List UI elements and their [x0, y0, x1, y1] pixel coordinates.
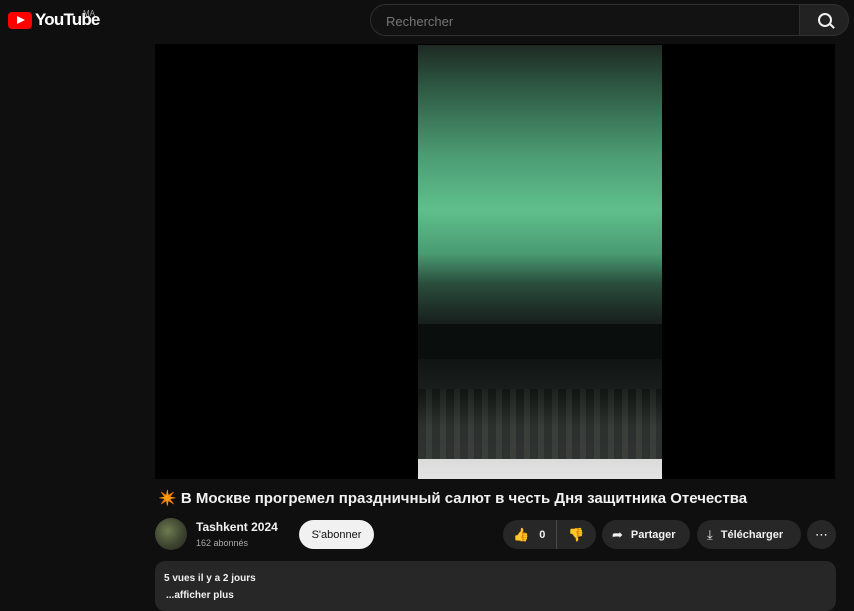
share-arrow-icon: ➦ [612, 527, 623, 542]
city-skyline [418, 324, 662, 359]
download-button[interactable]: ⤓ Télécharger [697, 520, 801, 549]
show-more-link[interactable]: ...afficher plus [166, 590, 234, 601]
thumbs-up-icon: 👍 [513, 527, 530, 542]
share-label: Partager [630, 528, 676, 541]
channel-name[interactable]: Tashkent 2024 [196, 520, 278, 534]
subscribe-button[interactable]: S'abonner [299, 520, 374, 549]
share-button[interactable]: ➦ Partager [602, 520, 690, 549]
youtube-play-icon [8, 11, 32, 29]
search-button[interactable] [799, 4, 849, 36]
video-frame[interactable] [418, 45, 662, 479]
download-icon: ⤓ [707, 527, 713, 542]
subscriber-count: 162 abonnés [196, 538, 249, 548]
more-dots-icon: ⋯ [815, 527, 828, 542]
search-box[interactable] [370, 4, 800, 36]
description-meta: 5 vues il y a 2 jours [164, 573, 256, 584]
like-button[interactable]: 👍 0 [503, 520, 557, 549]
video-title-text: В Москве прогремел праздничный салют в ч… [180, 490, 748, 507]
channel-avatar[interactable] [155, 518, 187, 550]
thumbs-down-icon: 👎 [568, 527, 585, 542]
dislike-button[interactable]: 👎 [557, 520, 596, 549]
video-title: ✴️ В Москве прогремел праздничный салют … [158, 489, 747, 507]
like-count: 0 [539, 528, 546, 541]
sparkle-icon: ✴️ [158, 490, 177, 507]
upload-date: il y a 2 jours [197, 573, 256, 584]
search-input[interactable] [384, 13, 788, 30]
like-dislike-group: 👍 0 👎 [503, 520, 596, 549]
search-icon [818, 13, 832, 27]
view-count: 5 vues [164, 573, 196, 584]
snowy-trees [418, 389, 662, 459]
top-bar: YouTube MA [0, 0, 854, 44]
more-actions-button[interactable]: ⋯ [807, 520, 836, 549]
download-label: Télécharger [720, 528, 784, 541]
region-code: MA [83, 9, 95, 18]
